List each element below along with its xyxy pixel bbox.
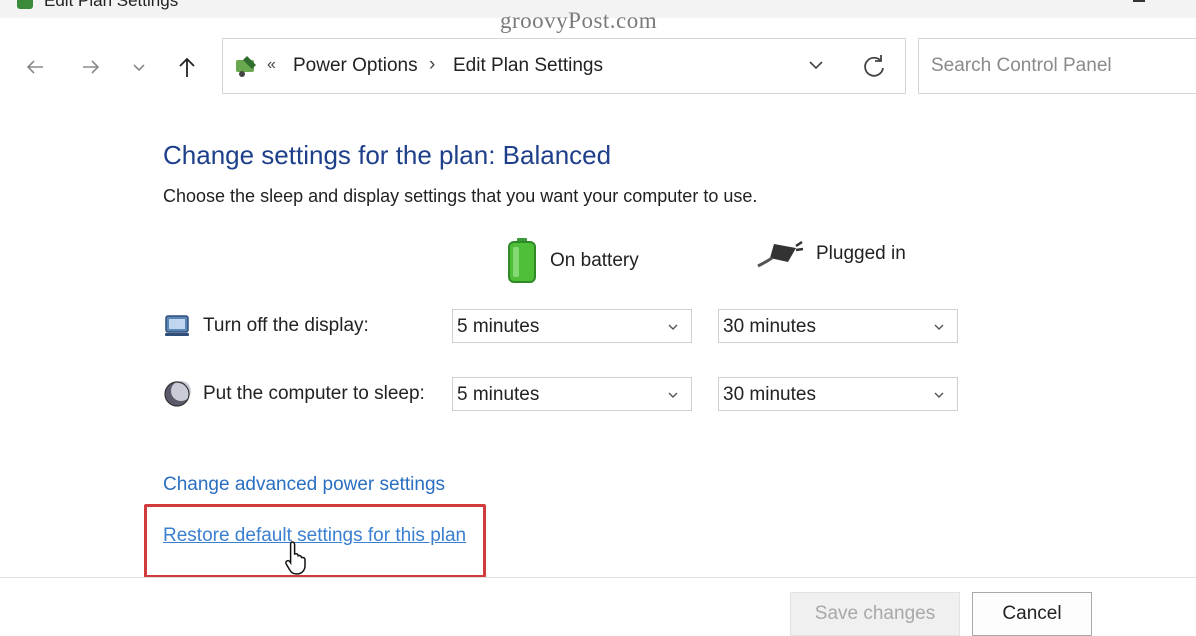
window-title: Edit Plan Settings — [44, 0, 179, 10]
search-input[interactable] — [919, 39, 1196, 93]
breadcrumb-edit-plan-settings[interactable]: Edit Plan Settings — [453, 55, 603, 77]
save-changes-button[interactable]: Save changes — [790, 592, 960, 636]
page-title: Change settings for the plan: Balanced — [163, 140, 612, 170]
refresh-icon[interactable] — [859, 51, 889, 81]
sleep-on-battery-select[interactable]: 5 minutes — [452, 377, 692, 411]
display-on-battery-value: 5 minutes — [457, 316, 540, 337]
breadcrumb-power-options[interactable]: Power Options — [293, 55, 418, 77]
display-on-battery-select[interactable]: 5 minutes — [452, 309, 692, 343]
column-label-plugged-in: Plugged in — [816, 243, 906, 264]
battery-icon — [508, 238, 536, 283]
breadcrumb-overflow-separator: « — [267, 56, 276, 73]
back-button[interactable] — [20, 52, 50, 82]
display-icon — [165, 315, 189, 336]
sleep-plugged-in-value: 30 minutes — [723, 384, 816, 405]
recent-locations-button[interactable] — [124, 52, 154, 82]
change-advanced-power-settings-link[interactable]: Change advanced power settings — [163, 474, 445, 496]
power-plug-icon — [757, 240, 804, 268]
cancel-button[interactable]: Cancel — [972, 592, 1092, 636]
display-plugged-in-select[interactable]: 30 minutes — [718, 309, 958, 343]
arrow-up-icon — [179, 57, 195, 77]
annotation-highlight-box — [144, 504, 486, 578]
watermark: groovyPost.com — [500, 8, 658, 33]
row-label-sleep: Put the computer to sleep: — [163, 380, 425, 408]
sleep-moon-icon — [164, 381, 191, 407]
display-plugged-in-value: 30 minutes — [723, 316, 816, 337]
chevron-down-icon — [668, 324, 678, 330]
arrow-right-icon — [83, 60, 100, 74]
address-bar[interactable]: « Power Options › Edit Plan Settings — [222, 38, 906, 94]
turn-off-display-label: Turn off the display: — [203, 315, 369, 336]
column-label-on-battery: On battery — [550, 250, 639, 271]
row-label-turn-off-display: Turn off the display: — [163, 312, 369, 340]
search-box[interactable] — [918, 38, 1196, 94]
up-button[interactable] — [172, 52, 202, 82]
arrow-left-icon — [26, 60, 43, 74]
column-header-on-battery: On battery — [506, 238, 639, 284]
chevron-down-icon — [934, 324, 944, 330]
page-subtitle: Choose the sleep and display settings th… — [163, 186, 758, 206]
chevron-down-icon[interactable] — [807, 56, 825, 74]
sleep-plugged-in-select[interactable]: 30 minutes — [718, 377, 958, 411]
sleep-label: Put the computer to sleep: — [203, 383, 425, 404]
forward-button[interactable] — [76, 52, 106, 82]
chevron-down-icon — [934, 392, 944, 398]
chevron-down-icon — [668, 392, 678, 398]
control-panel-icon — [17, 0, 33, 9]
column-header-plugged-in: Plugged in — [756, 238, 906, 270]
chevron-down-icon — [133, 64, 145, 72]
maximize-button[interactable] — [1133, 0, 1145, 2]
breadcrumb-separator[interactable]: › — [429, 54, 435, 76]
sleep-on-battery-value: 5 minutes — [457, 384, 540, 405]
control-panel-icon — [236, 56, 256, 77]
hand-cursor-icon — [285, 541, 306, 575]
footer-divider — [0, 577, 1196, 578]
